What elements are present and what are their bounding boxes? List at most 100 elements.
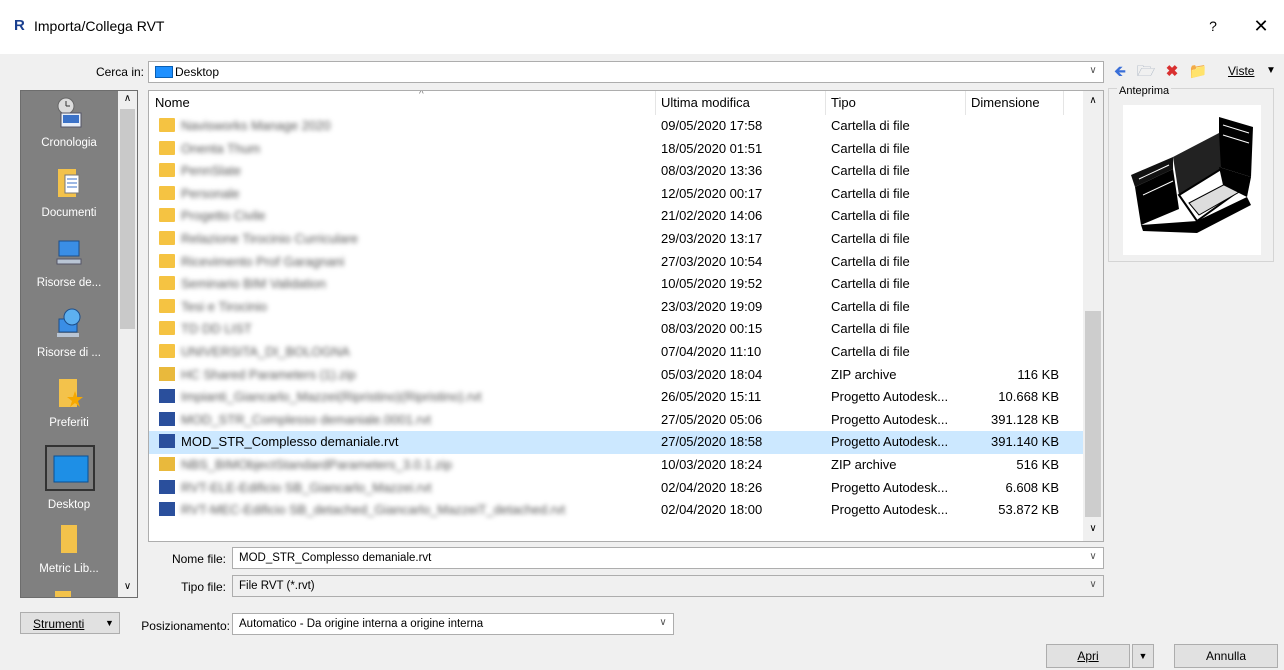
help-button[interactable]: ? [1198, 14, 1228, 38]
file-name-cell: Tesi e Tirocinio [181, 298, 267, 314]
file-row[interactable]: Impianti_Giancarlo_Mazzei(Ripristino)(Ri… [149, 386, 1083, 409]
file-name-input[interactable]: MOD_STR_Complesso demaniale.rvt ∨ [232, 547, 1104, 569]
folder-icon [159, 321, 175, 336]
file-name-cell: Navisworks Manage 2020 [181, 118, 331, 133]
modified-date-cell: 27/05/2020 18:58 [661, 434, 763, 450]
file-type-cell: Progetto Autodesk... [831, 434, 949, 450]
sidebar-scrollbar[interactable]: ∧ ∨ [118, 91, 137, 597]
file-type-cell: Cartella di file [831, 321, 910, 337]
open-options-dropdown[interactable]: ▼ [1132, 644, 1154, 668]
file-list[interactable]: Nome ^ Ultima modifica Tipo Dimensione N… [148, 90, 1104, 542]
column-header-modified[interactable]: Ultima modifica [661, 95, 750, 110]
history-icon [57, 97, 82, 128]
look-in-value: Desktop [175, 65, 220, 79]
folder-icon [55, 591, 71, 597]
file-row[interactable]: UNIVERSITA_DI_BOLOGNA 07/04/2020 11:10 Car… [149, 341, 1083, 364]
file-type-cell: ZIP archive [831, 457, 897, 472]
up-folder-icon[interactable]: 🗁 [1136, 62, 1156, 82]
sidebar-item-desktop-selection[interactable] [45, 445, 95, 491]
scroll-down-icon[interactable]: ∨ [1086, 523, 1100, 534]
modified-date-cell: 12/05/2020 00:17 [661, 185, 763, 201]
file-row[interactable]: Onenta Thum 18/05/2020 01:51 Cartella di f… [149, 138, 1083, 161]
chevron-down-icon[interactable]: ∨ [1087, 551, 1099, 565]
sidebar-item-favorites[interactable]: Preferiti [21, 377, 117, 449]
file-row[interactable]: Tesi e Tirocinio 23/03/2020 19:09 Cartella… [149, 296, 1083, 319]
file-name-cell: RVT-MEC-Edificio SB_detached_Giancarlo_M… [181, 502, 566, 518]
delete-icon[interactable]: ✖ [1162, 62, 1182, 82]
sidebar-item-label[interactable]: Desktop [21, 499, 117, 511]
file-name-cell: Relazione Tirocinio Curriculare [181, 231, 359, 246]
tools-dropdown-icon: ▼ [105, 618, 114, 628]
file-type-cell: Cartella di file [831, 185, 910, 201]
file-type-label: Tipo file: [181, 580, 226, 594]
positioning-dropdown[interactable]: Automatico - Da origine interna a origin… [232, 613, 674, 635]
sidebar-item-label: Risorse de... [36, 277, 102, 289]
modified-date-cell: 05/03/2020 18:04 [661, 366, 763, 382]
sidebar-item-documents[interactable]: Documenti [21, 167, 117, 239]
file-row[interactable]: RVT-MEC-Edificio SB_detached_Giancarlo_M… [149, 499, 1083, 522]
file-row[interactable]: NBS_BIMObjectStandardParameters_3.0.1.zi… [149, 454, 1083, 477]
open-button-label: Apri [1077, 649, 1099, 663]
sidebar-item-network[interactable]: Risorse di ... [21, 307, 117, 379]
revit-file-icon [159, 479, 175, 494]
file-row[interactable]: Progetto Civile 21/02/2020 14:06 Cartella … [149, 205, 1083, 228]
file-row[interactable]: PennSlate 08/03/2020 13:36 Cartella di fil… [149, 160, 1083, 183]
sidebar-scroll-thumb[interactable] [120, 109, 135, 329]
revit-file-icon [159, 502, 175, 517]
modified-date-cell: 08/03/2020 00:15 [661, 321, 763, 337]
file-row[interactable]: MOD_STR_Complesso demaniale.0001.rvt 27/0… [149, 409, 1083, 432]
file-list-scrollbar[interactable]: ∧ ∨ [1083, 91, 1103, 541]
file-name-cell: MOD_STR_Complesso demaniale.0001.rvt [181, 411, 431, 427]
folder-icon [159, 118, 175, 132]
file-row[interactable]: Ricevimento Prof Garagnani 27/03/2020 10:… [149, 251, 1083, 274]
file-list-scroll-thumb[interactable] [1085, 311, 1101, 517]
modified-date-cell: 10/05/2020 19:52 [661, 276, 763, 292]
column-header-name[interactable]: Nome [155, 95, 190, 110]
sidebar-item-label: Metric Lib... [39, 563, 99, 575]
file-name-cell: TD DD LIST [181, 321, 252, 337]
file-name-cell: Onenta Thum [181, 140, 261, 156]
file-name-cell: PennSlate [181, 163, 241, 179]
desktop-icon [155, 66, 173, 78]
file-type-cell: Cartella di file [831, 253, 910, 269]
sidebar-item-metric-library[interactable]: Metric Lib... [21, 523, 117, 595]
look-in-dropdown[interactable]: Desktop ∨ [148, 61, 1104, 83]
positioning-value: Automatico - Da origine interna a origin… [239, 618, 484, 630]
sort-ascending-icon: ^ [419, 90, 424, 100]
scroll-up-icon[interactable]: ∧ [1086, 95, 1100, 106]
close-button[interactable]: ✕ [1246, 14, 1276, 38]
file-row[interactable]: RVT-ELE-Edificio SB_Giancarlo_Mazzei.rvt… [149, 477, 1083, 500]
file-row[interactable]: TD DD LIST 08/03/2020 00:15 Cartella di fi… [149, 318, 1083, 341]
cancel-button[interactable]: Annulla [1174, 644, 1278, 668]
sidebar-item-history[interactable]: Cronologia [21, 97, 117, 169]
open-button[interactable]: Apri [1046, 644, 1130, 668]
file-row[interactable]: Personale 12/05/2020 00:17 Cartella di fil… [149, 183, 1083, 206]
file-row[interactable]: Navisworks Manage 2020 09/05/2020 17:58 Ca… [149, 115, 1083, 138]
file-name-cell: Progetto Civile [181, 208, 266, 224]
folder-icon [159, 163, 175, 178]
file-row[interactable]: HC Shared Parameters (1).zip 05/03/2020 1… [149, 364, 1083, 387]
back-arrow-icon[interactable]: 🡸 [1110, 62, 1130, 82]
column-header-type[interactable]: Tipo [831, 95, 856, 110]
scroll-up-icon[interactable]: ∧ [120, 93, 135, 107]
places-sidebar[interactable]: Cronologia Documenti Risorse de... Risor… [20, 90, 138, 598]
sidebar-item-this-pc[interactable]: Risorse de... [21, 237, 117, 309]
modified-date-cell: 21/02/2020 14:06 [661, 208, 763, 224]
file-row-selected[interactable]: MOD_STR_Complesso demaniale.rvt 27/05/202… [149, 431, 1083, 454]
scroll-down-icon[interactable]: ∨ [120, 581, 135, 595]
network-icon [57, 308, 81, 337]
file-row[interactable]: Relazione Tirocinio Curriculare 29/03/202… [149, 228, 1083, 251]
chevron-down-icon[interactable]: ∨ [657, 617, 669, 631]
new-folder-icon[interactable]: 📁 [1188, 62, 1208, 82]
file-row[interactable]: Seminario BIM Validation 10/05/2020 19:52… [149, 273, 1083, 296]
tools-button[interactable]: Strumenti ▼ [20, 612, 120, 634]
views-menu-button[interactable]: Viste [1228, 64, 1254, 78]
chevron-down-icon[interactable]: ∨ [1087, 579, 1099, 593]
file-name-cell: RVT-ELE-Edificio SB_Giancarlo_Mazzei.rvt [181, 479, 432, 495]
folder-icon [159, 276, 175, 291]
column-header-size[interactable]: Dimensione [971, 95, 1040, 110]
file-type-dropdown[interactable]: File RVT (*.rvt) ∨ [232, 575, 1104, 597]
file-name-label: Nome file: [171, 552, 226, 566]
modified-date-cell: 10/03/2020 18:24 [661, 457, 763, 472]
views-dropdown-icon[interactable]: ▼ [1266, 65, 1276, 76]
